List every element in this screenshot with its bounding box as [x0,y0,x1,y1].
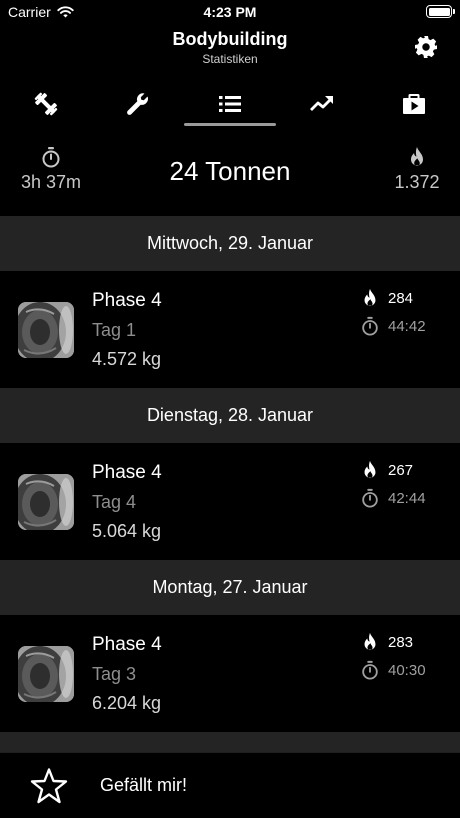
section-header-date: Montag, 27. Januar [0,560,460,615]
flame-icon [364,288,376,307]
dumbbell-icon [34,92,58,116]
session-calories-value: 284 [388,289,414,307]
session-row[interactable]: Phase 4 Tag 4 5.064 kg 267 42:44 [0,443,460,560]
session-title: Phase 4 [92,462,162,483]
summary-total-weight: 24 Tonnen [169,156,291,186]
session-weight: 4.572 kg [92,349,162,369]
battery-icon [426,5,455,18]
session-duration: 44:42 [360,316,426,336]
list-icon [219,96,241,112]
workout-thumbnail [18,646,74,702]
page-subtitle: Statistiken [202,52,258,66]
section-header-date: Mittwoch, 29. Januar [0,216,460,271]
session-calories: 267 [360,460,413,480]
stopwatch-icon [362,488,378,508]
summary: 3h 37m 24 Tonnen 1.372 [0,140,460,210]
tab-workouts[interactable] [0,80,92,128]
session-calories: 284 [360,288,413,308]
tab-tools[interactable] [92,80,184,128]
session-row[interactable]: Phase 4 Tag 3 6.204 kg 283 40:30 [0,615,460,732]
tab-progress[interactable] [276,80,368,128]
session-duration-value: 40:30 [388,661,426,679]
stopwatch-icon [362,660,378,680]
session-calories-value: 267 [388,461,414,479]
session-day: Tag 3 [92,664,137,684]
session-day: Tag 1 [92,320,137,340]
tab-history[interactable] [184,80,276,128]
section-header-date: Dienstag, 28. Januar [0,388,460,443]
wrench-icon [127,93,148,115]
session-title: Phase 4 [92,634,162,655]
tab-bar [0,80,460,128]
session-calories: 283 [360,632,413,652]
session-weight: 6.204 kg [92,693,162,713]
status-time: 4:23 PM [203,4,257,20]
star-icon [30,768,68,804]
video-briefcase-icon [403,94,425,114]
flame-icon [411,147,423,166]
session-title: Phase 4 [92,290,162,311]
summary-calories: 1.372 [392,146,442,193]
status-bar: Carrier 4:23 PM [0,0,460,26]
tab-selected-indicator [184,123,276,126]
stopwatch-icon [362,316,378,336]
summary-calories-value: 1.372 [394,172,440,192]
session-duration: 42:44 [360,488,426,508]
gear-icon [415,36,437,58]
settings-button[interactable] [414,35,438,59]
session-row[interactable]: Phase 4 Tag 1 4.572 kg 284 44:42 [0,271,460,388]
flame-icon [364,460,376,479]
like-bar[interactable]: Gefällt mir! [0,752,460,818]
session-day: Tag 4 [92,492,137,512]
tab-videos[interactable] [368,80,460,128]
workout-thumbnail [18,302,74,358]
like-label: Gefällt mir! [100,775,188,795]
page-title: Bodybuilding [172,29,288,49]
session-list[interactable]: Mittwoch, 29. Januar Phase 4 Tag 1 4.572 kg… [0,216,460,787]
session-duration: 40:30 [360,660,426,680]
workout-thumbnail [18,474,74,530]
session-duration-value: 42:44 [388,489,426,507]
trend-up-icon [310,96,333,111]
session-calories-value: 283 [388,633,414,651]
session-duration-value: 44:42 [388,317,426,335]
flame-icon [364,632,376,651]
session-weight: 5.064 kg [92,521,162,541]
